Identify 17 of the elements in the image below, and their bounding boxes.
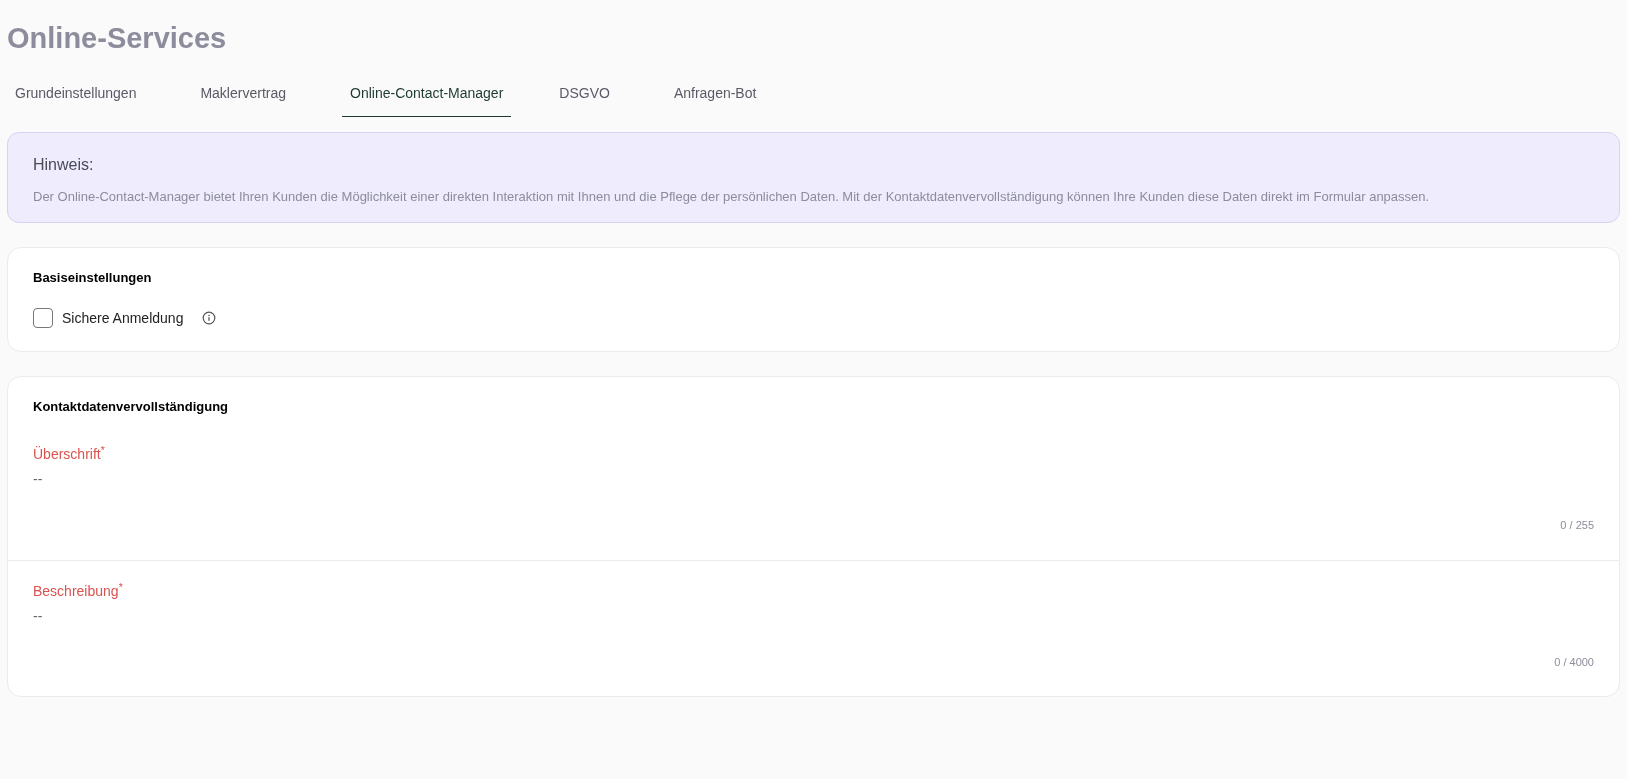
tab[interactable]: DSGVO xyxy=(551,70,618,118)
checkbox-label[interactable]: Sichere Anmeldung xyxy=(62,307,184,329)
field-label: Überschrift$^{*}$ xyxy=(33,444,105,465)
section-title: Kontaktdatenvervollständigung xyxy=(33,397,229,416)
character-counter: 0 / 4000 xyxy=(1554,654,1594,670)
tab[interactable]: Anfragen-Bot xyxy=(665,70,765,118)
tab[interactable]: Grundeinstellungen xyxy=(7,70,145,118)
info-icon[interactable] xyxy=(202,311,217,326)
tab[interactable]: Online-Contact-Manager xyxy=(342,70,512,118)
checkbox[interactable] xyxy=(33,308,53,329)
field-label: Beschreibung$^{*}$ xyxy=(33,580,123,601)
character-counter: 0 / 255 xyxy=(1560,518,1594,534)
notice-title: Hinweis: xyxy=(33,155,94,176)
notice-text: Der Online-Contact-Manager bietet Ihren Kunden die Möglichkeit einer direkten Interaktion mit Ihnen und die Pflege der persönlichen Daten. Mit der Kontaktdatenvervollständigung können Ihre Kunden diese Daten direkt im Formular anpassen. xyxy=(33,188,1431,207)
section-title: Basiseinstellungen xyxy=(33,269,152,288)
tab[interactable]: Maklervertrag xyxy=(192,70,294,118)
page-title: Online-Services xyxy=(7,21,227,56)
